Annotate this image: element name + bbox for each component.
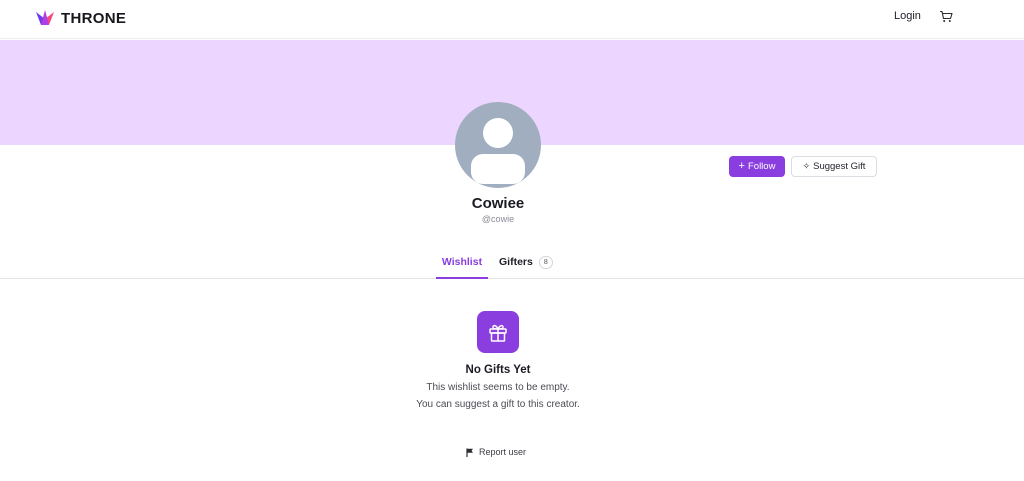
avatar-head-shape [483,118,513,148]
login-link[interactable]: Login [894,10,921,22]
brand-name: THRONE [61,9,127,27]
report-user-label: Report user [479,447,527,457]
tab-wishlist-label: Wishlist [441,256,483,268]
follow-button[interactable]: + Follow [729,156,785,177]
report-user-link[interactable]: Report user [466,447,526,457]
suggest-gift-label: Suggest Gift [813,161,866,172]
throne-crown-logo-icon [36,10,54,25]
profile-tabs: Wishlist Gifters 8 [0,252,1024,279]
flag-icon [466,448,473,457]
empty-state-gift-tile [477,311,519,353]
empty-state-line-1: This wishlist seems to be empty. [426,382,570,393]
sparkle-icon: ✧ [802,161,811,171]
brand-logo[interactable]: THRONE [35,9,126,27]
profile-handle: @cowie [481,214,515,224]
avatar-body-shape [471,154,525,184]
top-navbar: THRONE Login [0,0,1024,39]
cart-icon[interactable] [939,10,953,23]
avatar [455,102,541,188]
profile-name: Cowiee [471,195,525,212]
empty-state-line-2: You can suggest a gift to this creator. [416,399,580,410]
follow-label: Follow [747,161,776,172]
gifters-count-badge: 8 [538,256,553,269]
empty-state-title: No Gifts Yet [465,364,531,376]
tab-gifters[interactable]: Gifters 8 [499,252,553,279]
tab-wishlist[interactable]: Wishlist [436,252,488,279]
gift-icon [489,324,507,342]
tab-gifters-label: Gifters [499,256,533,268]
plus-icon: + [738,160,745,172]
suggest-gift-button[interactable]: ✧ Suggest Gift [791,156,877,177]
